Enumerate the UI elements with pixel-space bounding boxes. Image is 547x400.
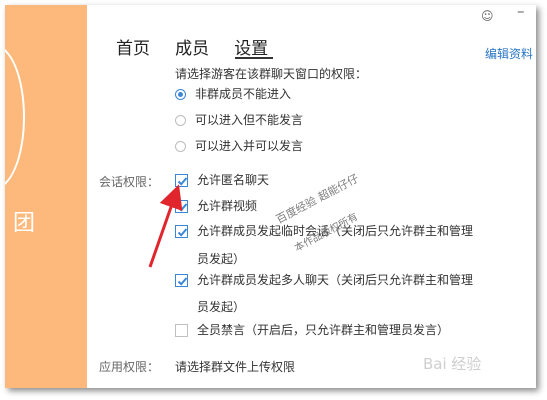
red-arrow-annotation (148, 184, 183, 268)
group-settings-window: 团 ☺ – 首页 成员 设置 编辑资料 请选择游客在该群聊天窗口的权限： 非群成… (5, 5, 536, 388)
